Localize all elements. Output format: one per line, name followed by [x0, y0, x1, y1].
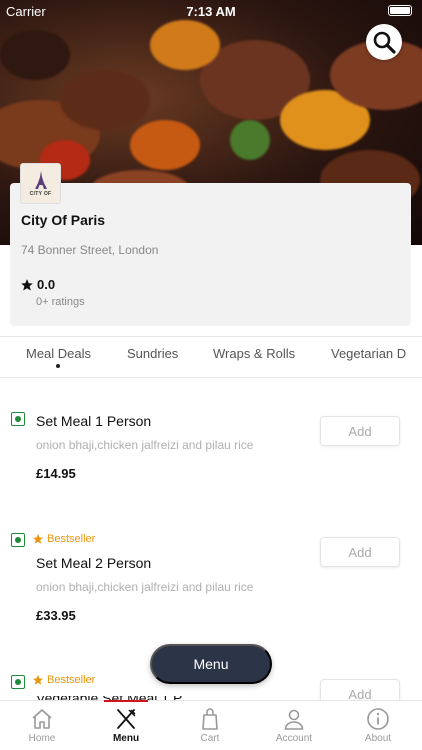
- veg-icon: [11, 533, 25, 547]
- nav-label: Cart: [200, 733, 220, 744]
- logo-text: CITY OF: [29, 191, 52, 197]
- badge-label: Bestseller: [47, 674, 96, 686]
- nav-label: Menu: [112, 733, 140, 744]
- veg-icon: [11, 412, 25, 426]
- home-icon: [32, 709, 52, 729]
- info-icon: [367, 708, 389, 730]
- menu-button[interactable]: Menu: [150, 644, 272, 684]
- bag-icon: [202, 708, 218, 730]
- star-icon: [33, 675, 43, 685]
- tab-wraps-rolls[interactable]: Wraps & Rolls: [213, 346, 295, 361]
- tab-meal-deals[interactable]: Meal Deals: [26, 346, 91, 361]
- item-title: Set Meal 1 Person: [36, 413, 152, 429]
- restaurant-name: City Of Paris: [21, 212, 106, 228]
- item-description: onion bhaji,chicken jalfreizi and pilau …: [36, 580, 254, 594]
- rating-count: 0+ ratings: [36, 296, 85, 308]
- tab-vegetarian[interactable]: Vegetarian D: [331, 346, 406, 361]
- nav-label: About: [364, 733, 392, 744]
- star-icon: [21, 278, 33, 291]
- status-time: 7:13 AM: [186, 4, 236, 19]
- nav-about[interactable]: About: [336, 707, 420, 744]
- search-button[interactable]: [366, 24, 402, 60]
- search-icon: [373, 31, 396, 54]
- active-tab-indicator: [56, 364, 60, 368]
- rating: 0.0: [20, 277, 55, 292]
- active-nav-indicator: [104, 700, 148, 702]
- category-tabs: Meal Deals Sundries Wraps & Rolls Vegeta…: [0, 336, 422, 378]
- tab-sundries[interactable]: Sundries: [127, 346, 178, 361]
- nav-label: Account: [275, 733, 313, 744]
- nav-cart[interactable]: Cart: [168, 707, 252, 744]
- nav-menu[interactable]: Menu: [84, 707, 168, 744]
- fork-knife-icon: [117, 709, 136, 729]
- battery-icon: [388, 5, 412, 16]
- nav-home[interactable]: Home: [0, 707, 84, 744]
- bestseller-badge: Bestseller: [32, 533, 95, 545]
- badge-label: Bestseller: [47, 533, 96, 545]
- item-price: £33.95: [36, 608, 76, 623]
- nav-account[interactable]: Account: [252, 707, 336, 744]
- star-icon: [33, 534, 43, 544]
- status-bar: Carrier 7:13 AM: [0, 0, 422, 22]
- bottom-nav: Home Menu Cart Account About: [0, 700, 422, 750]
- item-title: Set Meal 2 Person: [36, 555, 152, 571]
- rating-value: 0.0: [37, 277, 56, 292]
- eiffel-tower-icon: [34, 171, 47, 189]
- item-description: onion bhaji,chicken jalfreizi and pilau …: [36, 438, 254, 452]
- add-button[interactable]: Add: [320, 416, 400, 446]
- restaurant-logo: CITY OF: [20, 163, 61, 204]
- add-button[interactable]: Add: [320, 537, 400, 567]
- restaurant-address: 74 Bonner Street, London: [21, 243, 159, 257]
- bestseller-badge: Bestseller: [32, 674, 95, 686]
- person-icon: [284, 709, 304, 730]
- item-price: £14.95: [36, 466, 76, 481]
- nav-label: Home: [28, 733, 56, 744]
- veg-icon: [11, 675, 25, 689]
